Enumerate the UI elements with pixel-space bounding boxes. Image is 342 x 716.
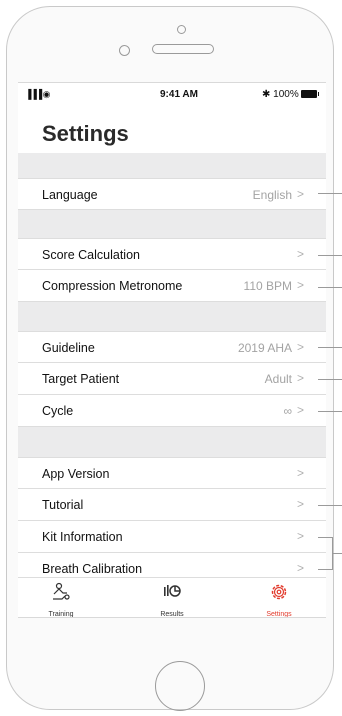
row-value: 2019 AHA	[237, 341, 292, 355]
section-separator	[18, 427, 326, 457]
tab-bar: Training Results Settings	[18, 577, 326, 618]
home-button[interactable]	[155, 661, 205, 711]
chevron-right-icon: >	[296, 371, 304, 385]
row-label: Breath Calibration	[42, 562, 143, 576]
section-separator	[18, 302, 326, 331]
status-time: 9:41 AM	[160, 89, 198, 100]
tab-settings[interactable]: Settings	[249, 581, 309, 618]
row-value: 110 BPM	[243, 279, 292, 293]
row-value: ∞	[283, 404, 292, 418]
battery-icon	[300, 90, 319, 99]
tab-label: Results	[160, 611, 184, 618]
annotation-connector	[318, 347, 342, 348]
row-label: Guideline	[42, 341, 95, 355]
chevron-right-icon: >	[296, 466, 304, 480]
chevron-right-icon: >	[296, 247, 304, 261]
annotation-connector	[318, 505, 342, 506]
battery-status: ✱ 100%	[262, 89, 319, 100]
annotation-connector	[318, 287, 342, 288]
row-label: Language	[42, 188, 98, 202]
row-value: English	[252, 188, 292, 202]
row-label: Compression Metronome	[42, 279, 183, 293]
settings-row-compression-metronome[interactable]: Compression Metronome 110 BPM >	[18, 270, 326, 302]
status-bar: ▐▐▐ ◉ 9:41 AM ✱ 100%	[18, 83, 326, 107]
settings-row-app-version[interactable]: App Version >	[18, 457, 326, 489]
row-label: Kit Information	[42, 530, 123, 544]
screen: ▐▐▐ ◉ 9:41 AM ✱ 100% Settings Language E…	[18, 82, 326, 618]
tab-label: Training	[48, 611, 74, 618]
tab-training[interactable]: Training	[31, 581, 91, 618]
signal-wifi-icon: ▐▐▐ ◉	[25, 89, 51, 99]
section-separator	[18, 210, 326, 238]
front-camera	[177, 25, 186, 34]
row-value: Adult	[264, 372, 292, 386]
settings-row-score-calculation[interactable]: Score Calculation >	[18, 238, 326, 270]
earpiece-speaker	[152, 44, 214, 54]
chevron-right-icon: >	[296, 340, 304, 354]
chevron-right-icon: >	[296, 187, 304, 201]
row-label: App Version	[42, 467, 110, 481]
settings-row-kit-information[interactable]: Kit Information >	[18, 521, 326, 553]
settings-row-cycle[interactable]: Cycle ∞ >	[18, 395, 326, 427]
settings-gear-icon	[249, 581, 309, 603]
annotation-connector	[318, 537, 332, 538]
annotation-connector	[318, 193, 342, 194]
annotation-connector	[318, 411, 342, 412]
row-label: Cycle	[42, 404, 74, 418]
training-icon	[31, 581, 91, 603]
settings-row-target-patient[interactable]: Target Patient Adult >	[18, 363, 326, 395]
annotation-connector	[318, 379, 342, 380]
tab-label: Settings	[266, 611, 292, 618]
annotation-connector	[318, 255, 342, 256]
row-label: Tutorial	[42, 498, 84, 512]
chevron-right-icon: >	[296, 497, 304, 511]
chevron-right-icon: >	[296, 278, 304, 292]
proximity-sensor	[119, 45, 130, 56]
annotation-connector	[332, 553, 342, 554]
tab-results[interactable]: Results	[142, 581, 202, 618]
results-icon	[142, 581, 202, 603]
settings-row-tutorial[interactable]: Tutorial >	[18, 489, 326, 521]
row-label: Score Calculation	[42, 248, 140, 262]
settings-row-language[interactable]: Language English >	[18, 178, 326, 210]
chevron-right-icon: >	[296, 403, 304, 417]
page-title: Settings	[42, 121, 129, 146]
row-label: Target Patient	[42, 372, 120, 386]
settings-row-guideline[interactable]: Guideline 2019 AHA >	[18, 331, 326, 363]
annotation-connector	[318, 569, 332, 570]
chevron-right-icon: >	[296, 561, 304, 575]
section-separator	[18, 153, 326, 178]
chevron-right-icon: >	[296, 529, 304, 543]
